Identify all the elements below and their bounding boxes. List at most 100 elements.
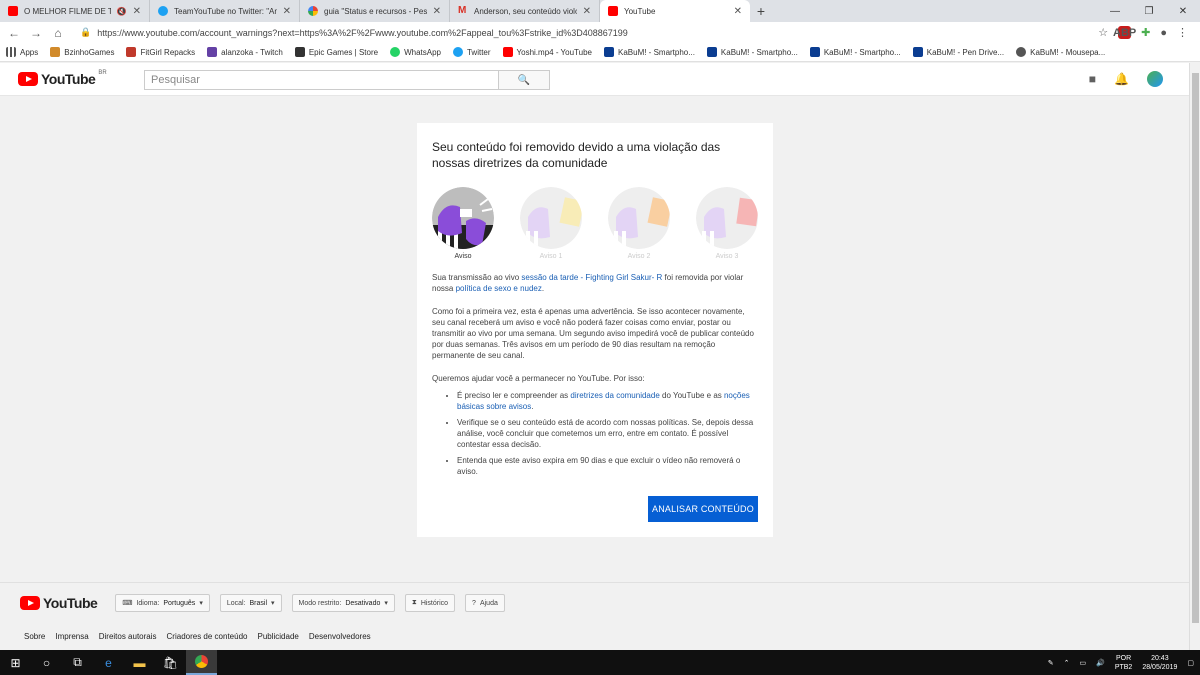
help-button[interactable]: ? Ajuda (465, 594, 505, 612)
kabum-icon (809, 47, 820, 57)
close-tab-icon[interactable]: ✕ (133, 6, 141, 17)
footer-link-copyright[interactable]: Direitos autorais (99, 632, 157, 641)
browser-tab[interactable]: TeamYouTube no Twitter: "Anders ✕ (150, 0, 300, 22)
bookmark-item[interactable]: Apps (6, 47, 38, 57)
tray-arrow-icon[interactable]: ⌃ (1064, 659, 1070, 667)
youtube-wordmark: YouTube (43, 595, 98, 611)
store-icon[interactable]: 🛍 (155, 650, 186, 675)
close-tab-icon[interactable]: ✕ (433, 6, 441, 17)
twitter-favicon-icon (158, 6, 168, 16)
bookmark-label: WhatsApp (404, 47, 441, 57)
twitch-icon (207, 47, 218, 57)
extension-icon[interactable]: ✚ (1141, 26, 1150, 39)
language-selector[interactable]: ⌨ Idioma: Português ▾ (115, 594, 210, 612)
bookmark-star-icon[interactable]: ☆ (1098, 26, 1108, 39)
language-value: Português (163, 599, 196, 607)
bookmark-item[interactable]: Twitter (452, 47, 491, 57)
analyze-content-button[interactable]: ANALISAR CONTEÚDO (648, 496, 758, 522)
avatar[interactable] (1147, 71, 1163, 87)
volume-icon[interactable]: 🔊 (1096, 659, 1105, 667)
video-link[interactable]: sessão da tarde - Fighting Girl Sakur- R (521, 273, 662, 282)
tab-title: guia "Status e recursos - Pesquisa (324, 6, 427, 16)
location-selector[interactable]: Local: Brasil ▾ (219, 594, 282, 612)
bookmark-item[interactable]: WhatsApp (390, 47, 441, 57)
browser-tab[interactable]: O MELHOR FILME DE TERROR 🔇 ✕ (0, 0, 150, 22)
strike-card: Seu conteúdo foi removido devido a uma v… (417, 123, 773, 537)
restore-icon[interactable]: ❐ (1132, 0, 1166, 22)
policy-link[interactable]: política de sexo e nudez (456, 284, 542, 293)
whatsapp-icon (390, 47, 401, 57)
bookmark-item[interactable]: KaBuM! - Pen Drive... (912, 47, 1004, 57)
bookmark-item[interactable]: KaBuM! - Mousepa... (1016, 47, 1105, 57)
footer-link-creators[interactable]: Criadores de conteúdo (167, 632, 248, 641)
bookmark-item[interactable]: Epic Games | Store (294, 47, 379, 57)
bookmark-item[interactable]: Yoshi.mp4 - YouTube (502, 47, 592, 57)
footer-link-press[interactable]: Imprensa (55, 632, 88, 641)
lock-icon[interactable]: 🔒 (80, 27, 91, 38)
kabum-icon (706, 47, 717, 57)
footer-link-advertise[interactable]: Publicidade (257, 632, 298, 641)
bookmark-label: Epic Games | Store (308, 47, 379, 57)
file-explorer-icon[interactable]: ▬ (124, 650, 155, 675)
home-icon[interactable]: ⌂ (50, 25, 66, 41)
bookmark-item[interactable]: FitGirl Repacks (126, 47, 195, 57)
browser-tab[interactable]: guia "Status e recursos - Pesquisa ✕ (300, 0, 450, 22)
close-tab-icon[interactable]: ✕ (583, 6, 591, 17)
edge-icon[interactable]: e (93, 650, 124, 675)
close-tab-icon[interactable]: ✕ (283, 6, 291, 17)
kabum-icon (912, 47, 923, 57)
windows-start-icon[interactable]: ⊞ (0, 650, 31, 675)
address-bar[interactable]: 🔒 https://www.youtube.com/account_warnin… (72, 24, 1092, 41)
new-tab-button[interactable]: + (750, 0, 772, 22)
bookmark-item[interactable]: KaBuM! - Smartpho... (706, 47, 798, 57)
language-indicator[interactable]: POR PTB2 (1115, 654, 1133, 672)
community-guidelines-link[interactable]: diretrizes da comunidade (570, 391, 659, 400)
search-box: Pesquisar 🔍 (144, 70, 550, 90)
muted-speaker-icon[interactable]: 🔇 (117, 7, 127, 16)
text: . (541, 284, 545, 293)
text: do YouTube e as (659, 391, 724, 400)
task-view-icon[interactable]: ⧉ (62, 650, 93, 675)
minimize-icon[interactable]: — (1098, 0, 1132, 22)
strike-2-illustration-icon (608, 187, 670, 249)
dropdown-arrow-icon: ▾ (271, 600, 275, 607)
bookmark-item[interactable]: KaBuM! - Smartpho... (809, 47, 901, 57)
notifications-icon[interactable]: ▢ (1187, 659, 1194, 667)
page-scrollbar[interactable] (1189, 63, 1200, 650)
youtube-favicon-icon (608, 6, 618, 16)
clock[interactable]: 20:43 28/05/2019 (1142, 654, 1177, 672)
browser-tab[interactable]: M Anderson, seu conteúdo violou a ✕ (450, 0, 600, 22)
strike-3-illustration-icon (696, 187, 758, 249)
scrollbar-thumb[interactable] (1192, 73, 1199, 623)
bookmark-item[interactable]: alanzoka - Twitch (207, 47, 283, 57)
footer-link-developers[interactable]: Desenvolvedores (309, 632, 371, 641)
close-window-icon[interactable]: ✕ (1166, 0, 1200, 22)
network-icon[interactable]: ▭ (1079, 659, 1086, 667)
footer-youtube-logo[interactable]: YouTube (20, 595, 98, 611)
menu-icon[interactable]: ⋮ (1177, 26, 1188, 39)
pen-icon[interactable]: ✎ (1048, 659, 1054, 667)
history-button[interactable]: ⧗ Histórico (404, 594, 456, 612)
bookmark-item[interactable]: KaBuM! - Smartpho... (604, 47, 695, 57)
bookmarks-bar: Apps BzinhoGames FitGirl Repacks alanzok… (0, 43, 1200, 62)
restricted-mode-selector[interactable]: Modo restrito: Desativado ▾ (291, 594, 395, 612)
bookmark-item[interactable]: BzinhoGames (50, 47, 114, 57)
strike-2: Aviso 2 (608, 187, 670, 260)
bell-icon[interactable]: 🔔 (1114, 72, 1129, 86)
back-icon[interactable]: ← (6, 25, 22, 41)
adblock-icon[interactable]: ABP (1113, 26, 1136, 39)
profile-icon[interactable]: ● (1160, 27, 1167, 39)
search-icon: 🔍 (517, 74, 531, 86)
footer-link-about[interactable]: Sobre (24, 632, 45, 641)
search-circle-icon[interactable]: ○ (31, 650, 62, 675)
youtube-logo[interactable]: YouTube BR (18, 70, 107, 87)
forward-icon[interactable]: → (28, 25, 44, 41)
browser-tab-active[interactable]: YouTube ✕ (600, 0, 750, 22)
video-camera-icon[interactable]: ■ (1089, 72, 1096, 86)
chrome-icon[interactable] (186, 650, 217, 675)
search-button[interactable]: 🔍 (498, 70, 550, 90)
youtube-favicon-icon (8, 6, 18, 16)
close-tab-icon[interactable]: ✕ (734, 6, 742, 17)
hourglass-icon: ⧗ (411, 599, 417, 606)
search-input[interactable]: Pesquisar (144, 70, 498, 90)
